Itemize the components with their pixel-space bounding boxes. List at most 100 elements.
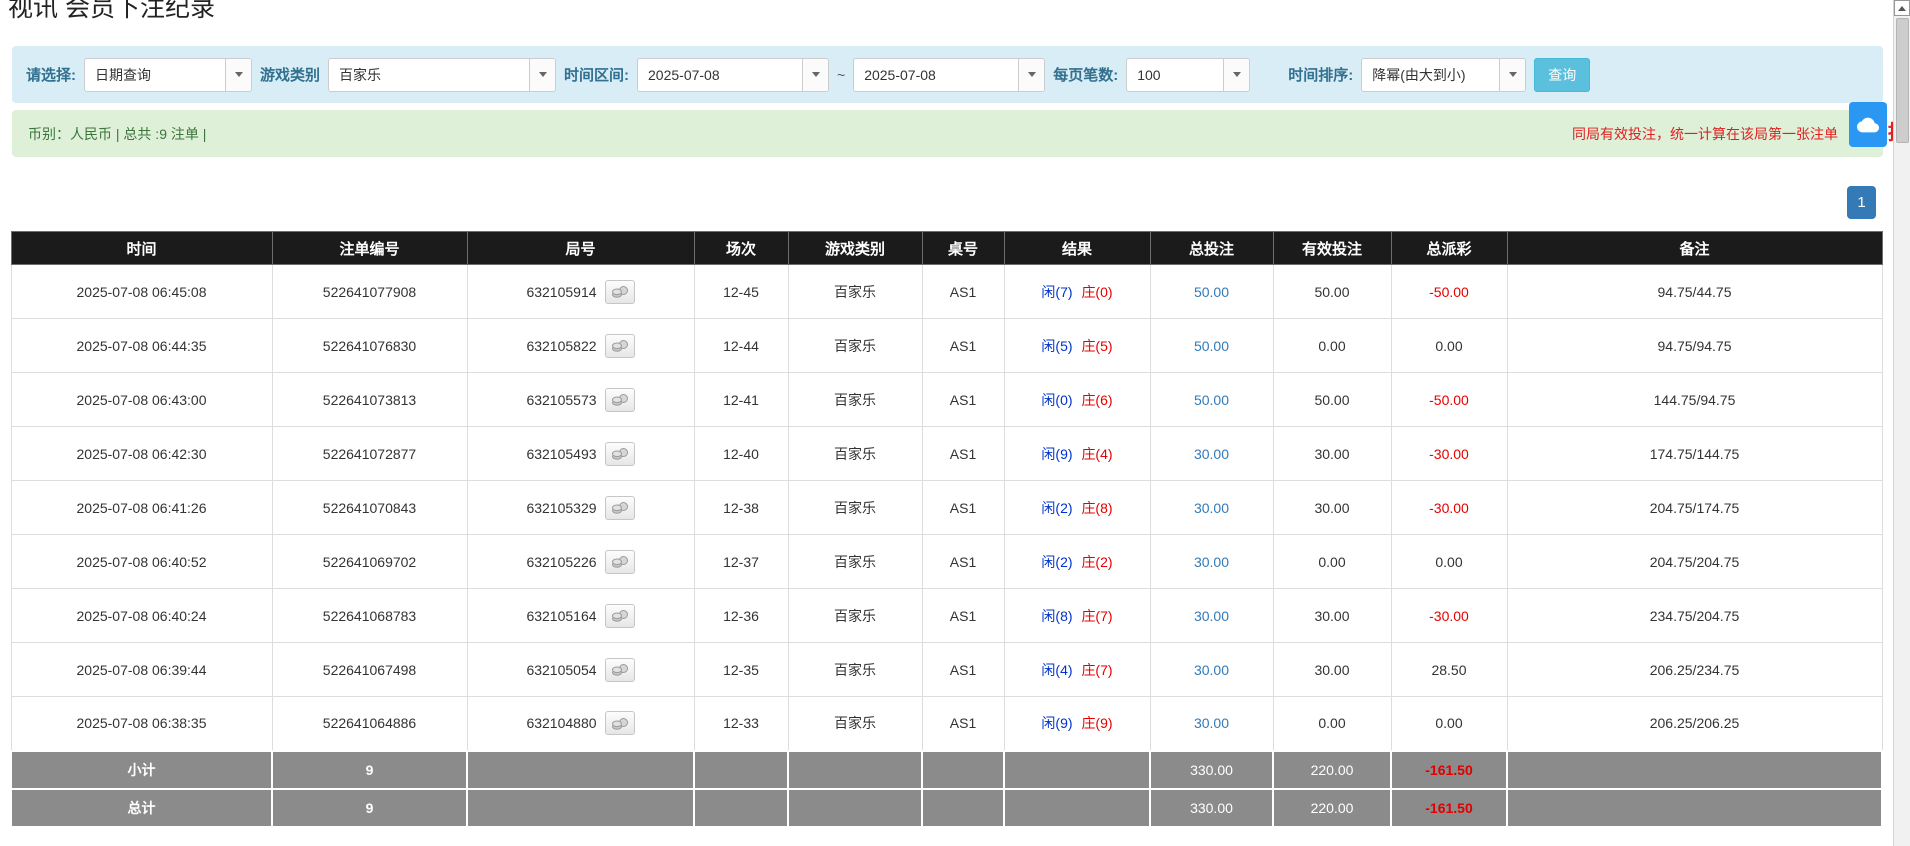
valid-bet-cell: 0.00 xyxy=(1272,696,1392,751)
remark-cell: 234.75/204.75 xyxy=(1506,588,1883,643)
game-type-cell: 百家乐 xyxy=(787,642,923,697)
time-cell: 2025-07-08 06:41:26 xyxy=(10,480,273,535)
payout-cell: -30.00 xyxy=(1390,480,1508,535)
banker-result: 庄(6) xyxy=(1081,391,1113,408)
banker-result: 庄(9) xyxy=(1081,715,1113,732)
subtotal-valid-bet: 220.00 xyxy=(1272,749,1392,790)
col-total-bet: 总投注 xyxy=(1149,231,1274,265)
remark-cell: 206.25/206.25 xyxy=(1506,696,1883,751)
date-from-value: 2025-07-08 xyxy=(648,66,720,83)
round-number: 632105914 xyxy=(526,283,597,300)
bet-id-cell: 522641070843 xyxy=(271,480,468,535)
coin-button[interactable] xyxy=(604,657,635,682)
col-round: 局号 xyxy=(466,231,695,265)
banker-result: 庄(5) xyxy=(1081,337,1113,354)
time-range-label: 时间区间: xyxy=(564,67,630,84)
round-number: 632105226 xyxy=(526,553,597,570)
round-number: 632104880 xyxy=(526,715,597,732)
col-game-type: 游戏类别 xyxy=(787,231,923,265)
page-size-select[interactable]: 100 xyxy=(1126,57,1251,92)
valid-bet-cell: 50.00 xyxy=(1272,264,1392,319)
game-type-value: 百家乐 xyxy=(339,66,382,83)
coins-icon xyxy=(611,394,628,406)
coin-button[interactable] xyxy=(604,549,635,574)
coin-button[interactable] xyxy=(604,711,635,736)
coins-icon xyxy=(611,286,628,298)
vertical-scrollbar[interactable] xyxy=(1893,0,1910,846)
date-from-select[interactable]: 2025-07-08 xyxy=(637,57,830,92)
game-type-cell: 百家乐 xyxy=(787,534,923,589)
total-bet-cell: 30.00 xyxy=(1149,588,1274,643)
coin-button[interactable] xyxy=(604,387,635,412)
payout-cell: -30.00 xyxy=(1390,426,1508,481)
table-no-cell: AS1 xyxy=(921,696,1005,751)
chevron-down-icon[interactable] xyxy=(1018,58,1045,91)
table-row: 2025-07-08 06:42:30 522641072877 6321054… xyxy=(10,426,1883,481)
subtotal-row: 小计 9 330.00 220.00 -161.50 xyxy=(10,749,1883,790)
valid-bet-cell: 30.00 xyxy=(1272,426,1392,481)
session-cell: 12-44 xyxy=(693,318,789,373)
scrollbar-thumb[interactable] xyxy=(1896,18,1909,143)
select-type-label: 请选择: xyxy=(26,67,76,84)
total-label: 总计 xyxy=(10,787,273,828)
time-cell: 2025-07-08 06:44:35 xyxy=(10,318,273,373)
chevron-down-icon[interactable] xyxy=(1223,58,1250,91)
coin-button[interactable] xyxy=(604,495,635,520)
page-size-label: 每页笔数: xyxy=(1053,67,1119,84)
valid-bet-cell: 0.00 xyxy=(1272,318,1392,373)
chevron-down-icon[interactable] xyxy=(1499,58,1526,91)
bet-id-cell: 522641067498 xyxy=(271,642,468,697)
coin-button[interactable] xyxy=(604,333,635,358)
table-row: 2025-07-08 06:41:26 522641070843 6321053… xyxy=(10,480,1883,535)
round-cell: 632105573 xyxy=(466,372,695,427)
coin-button[interactable] xyxy=(604,279,635,304)
date-type-select[interactable]: 日期查询 xyxy=(84,57,252,92)
subtotal-total-bet: 330.00 xyxy=(1149,749,1274,790)
total-bet-cell: 50.00 xyxy=(1149,264,1274,319)
coins-icon xyxy=(611,610,628,622)
game-type-select[interactable]: 百家乐 xyxy=(328,57,557,92)
round-cell: 632105164 xyxy=(466,588,695,643)
game-type-cell: 百家乐 xyxy=(787,372,923,427)
total-count: 9 xyxy=(271,787,468,828)
coin-button[interactable] xyxy=(604,603,635,628)
time-cell: 2025-07-08 06:39:44 xyxy=(10,642,273,697)
sort-order-select[interactable]: 降幂(由大到小) xyxy=(1361,57,1527,92)
table-row: 2025-07-08 06:44:35 522641076830 6321058… xyxy=(10,318,1883,373)
table-row: 2025-07-08 06:40:52 522641069702 6321052… xyxy=(10,534,1883,589)
date-to-select[interactable]: 2025-07-08 xyxy=(853,57,1046,92)
session-cell: 12-38 xyxy=(693,480,789,535)
query-button[interactable]: 查询 xyxy=(1534,57,1591,92)
game-type-cell: 百家乐 xyxy=(787,588,923,643)
time-cell: 2025-07-08 06:45:08 xyxy=(10,264,273,319)
session-cell: 12-40 xyxy=(693,426,789,481)
game-type-cell: 百家乐 xyxy=(787,264,923,319)
total-total-bet: 330.00 xyxy=(1149,787,1274,828)
chevron-down-icon[interactable] xyxy=(802,58,829,91)
notice-text: 同局有效投注，统一计算在该局第一张注单 xyxy=(1572,125,1838,142)
chevron-down-icon[interactable] xyxy=(529,58,556,91)
date-type-value: 日期查询 xyxy=(95,66,151,83)
total-payout: -161.50 xyxy=(1390,787,1508,828)
coins-icon xyxy=(611,502,628,514)
session-cell: 12-37 xyxy=(693,534,789,589)
player-result: 闲(0) xyxy=(1041,391,1073,408)
round-cell: 632105822 xyxy=(466,318,695,373)
table-row: 2025-07-08 06:40:24 522641068783 6321051… xyxy=(10,588,1883,643)
bet-id-cell: 522641073813 xyxy=(271,372,468,427)
chevron-down-icon[interactable] xyxy=(225,58,251,91)
table-no-cell: AS1 xyxy=(921,588,1005,643)
coin-button[interactable] xyxy=(604,441,635,466)
total-bet-cell: 30.00 xyxy=(1149,426,1274,481)
payout-cell: 0.00 xyxy=(1390,696,1508,751)
page-1-button[interactable]: 1 xyxy=(1847,186,1876,219)
time-cell: 2025-07-08 06:42:30 xyxy=(10,426,273,481)
game-type-cell: 百家乐 xyxy=(787,480,923,535)
valid-bet-cell: 30.00 xyxy=(1272,588,1392,643)
round-cell: 632105493 xyxy=(466,426,695,481)
coins-icon xyxy=(611,717,628,730)
scroll-up-button[interactable] xyxy=(1894,0,1910,16)
bet-id-cell: 522641068783 xyxy=(271,588,468,643)
page-size-value: 100 xyxy=(1137,66,1161,83)
cloud-float-button[interactable] xyxy=(1849,102,1887,147)
